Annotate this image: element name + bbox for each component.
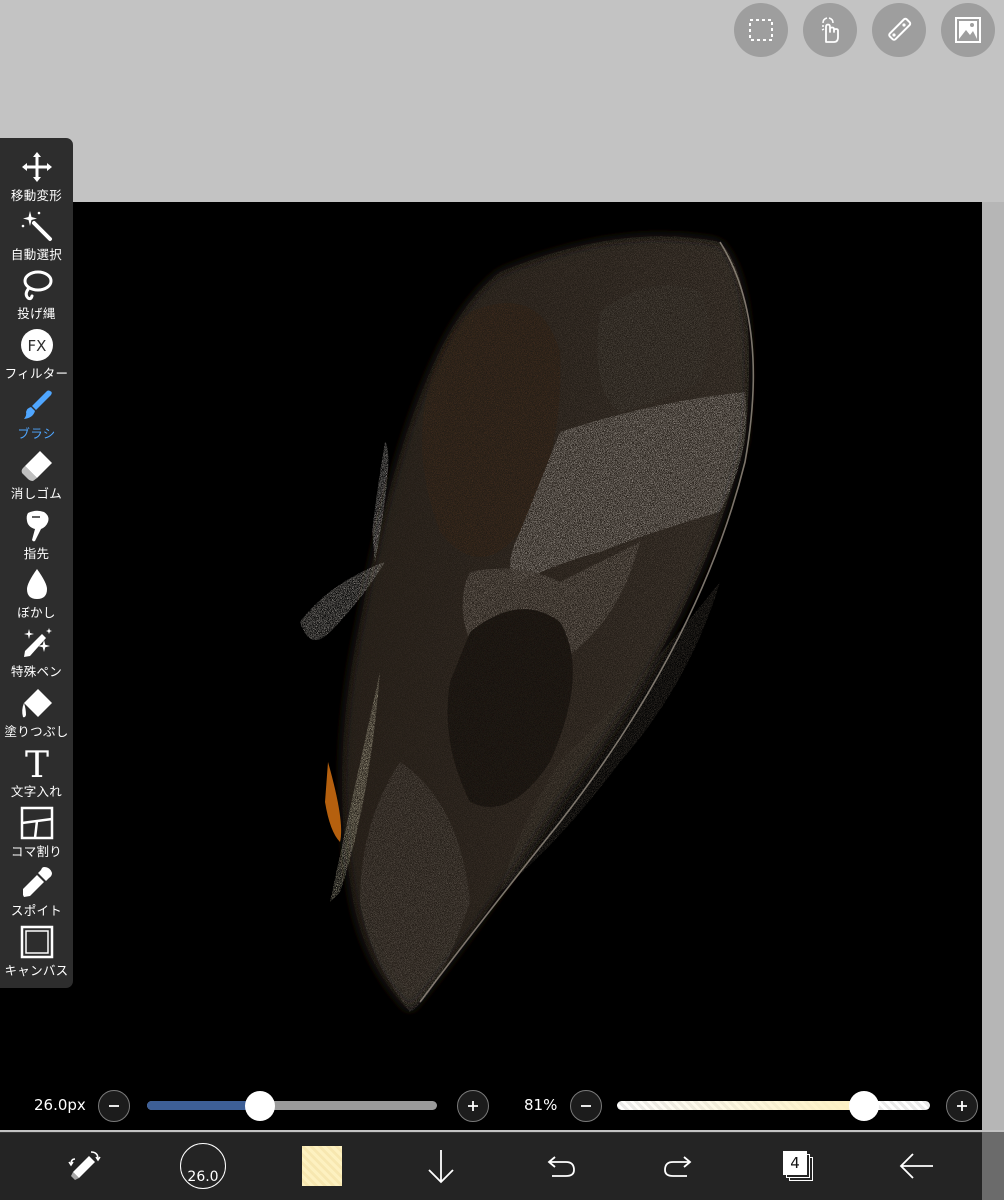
brush-size-slider[interactable] (147, 1101, 437, 1110)
size-increase-button[interactable] (457, 1090, 489, 1122)
redo-icon (664, 1156, 692, 1177)
selection-rect-icon (749, 19, 773, 41)
frame-divider-icon (19, 806, 55, 840)
plus-icon (468, 1101, 478, 1111)
undo-icon (547, 1156, 575, 1177)
brush-size-value: 26.0 (187, 1169, 219, 1185)
tool-panel-divide[interactable]: コマ割り (0, 802, 73, 861)
tool-label: 消しゴム (10, 486, 63, 501)
brush-icon (19, 388, 55, 422)
artwork (300, 236, 755, 1012)
finger-icon (19, 508, 55, 542)
tool-special-pen[interactable]: 特殊ペン (0, 622, 73, 681)
tool-brush[interactable]: ブラシ (0, 384, 73, 443)
bottom-side-strip (982, 1132, 1004, 1200)
tool-text[interactable]: T 文字入れ (0, 742, 73, 801)
brush-size-label: 26.0px (34, 1096, 86, 1114)
ruler-button[interactable] (872, 3, 926, 57)
eraser-icon (19, 448, 55, 482)
eyedropper-icon (19, 865, 55, 899)
tool-smudge[interactable]: 指先 (0, 504, 73, 563)
size-decrease-button[interactable] (98, 1090, 130, 1122)
bottom-toolbar (0, 1132, 982, 1200)
undo-button[interactable] (540, 1144, 580, 1188)
tool-filter[interactable]: FX フィルター (0, 324, 73, 383)
tool-palette: 移動変形 自動選択 投げ縄 FX フィルター ブラシ 消しゴム 指先 ぼかし 特… (0, 138, 73, 988)
brush-size-fill (147, 1101, 261, 1110)
swap-color-icon (68, 1151, 101, 1180)
tool-label: キャンバス (4, 963, 69, 978)
tool-label: 投げ縄 (17, 306, 56, 321)
tool-label: 特殊ペン (10, 664, 63, 679)
save-down-button[interactable] (421, 1144, 461, 1188)
back-button[interactable] (897, 1144, 937, 1188)
layers-icon: 4 (780, 1148, 816, 1184)
fx-glyph: FX (27, 337, 46, 355)
back-icon (899, 1153, 933, 1179)
brush-size-preview[interactable]: 26.0 (179, 1143, 227, 1189)
minus-icon (109, 1105, 119, 1107)
magic-wand-icon (19, 209, 55, 243)
gesture-button[interactable] (803, 3, 857, 57)
tool-label: 文字入れ (10, 784, 63, 799)
tool-eraser[interactable]: 消しゴム (0, 444, 73, 503)
bucket-icon (19, 686, 55, 720)
text-icon: T (19, 746, 55, 780)
image-material-icon (955, 17, 981, 43)
opacity-slider[interactable] (617, 1101, 930, 1110)
canvas-icon (19, 925, 55, 959)
brush-size-thumb[interactable] (245, 1091, 276, 1121)
save-down-icon (428, 1150, 454, 1184)
redo-button[interactable] (659, 1144, 699, 1188)
tool-move[interactable]: 移動変形 (0, 146, 73, 205)
tool-label: 移動変形 (10, 188, 63, 203)
tool-fill[interactable]: 塗りつぶし (0, 682, 73, 741)
opacity-label: 81% (524, 1096, 558, 1114)
tool-label: 自動選択 (10, 247, 63, 262)
layers-button[interactable]: 4 (777, 1144, 819, 1188)
selection-button[interactable] (734, 3, 788, 57)
ruler-icon (888, 17, 912, 41)
plus-icon (957, 1101, 967, 1111)
lasso-icon (19, 268, 55, 302)
color-swatch-button[interactable] (301, 1144, 343, 1188)
tool-blur[interactable]: ぼかし (0, 563, 73, 622)
tool-eyedropper[interactable]: スポイト (0, 861, 73, 920)
move-arrows-icon (19, 150, 55, 184)
sparkle-pen-icon (19, 626, 55, 660)
touch-gesture-icon (821, 17, 839, 43)
swap-color-button[interactable] (63, 1144, 107, 1188)
minus-icon (581, 1105, 591, 1107)
canvas-side-strip (982, 202, 1004, 1130)
tool-label: スポイト (10, 903, 63, 918)
tool-lasso[interactable]: 投げ縄 (0, 264, 73, 323)
text-glyph: T (24, 746, 48, 780)
tool-label: 指先 (23, 546, 50, 561)
drawing-canvas[interactable] (0, 202, 982, 1130)
opacity-fill (617, 1101, 865, 1110)
material-button[interactable] (941, 3, 995, 57)
drop-icon (19, 567, 55, 601)
layer-count: 4 (790, 1154, 800, 1172)
fx-icon: FX (19, 328, 55, 362)
tool-label: ぼかし (17, 605, 56, 620)
brush-size-circle: 26.0 (180, 1143, 226, 1189)
opacity-decrease-button[interactable] (570, 1090, 602, 1122)
color-swatch (302, 1146, 342, 1186)
opacity-increase-button[interactable] (946, 1090, 978, 1122)
tool-canvas[interactable]: キャンバス (0, 921, 73, 980)
tool-label: コマ割り (10, 844, 63, 859)
tool-label: ブラシ (17, 426, 56, 441)
tool-label: フィルター (4, 366, 69, 381)
tool-magic-wand[interactable]: 自動選択 (0, 205, 73, 264)
tool-label: 塗りつぶし (4, 724, 69, 739)
